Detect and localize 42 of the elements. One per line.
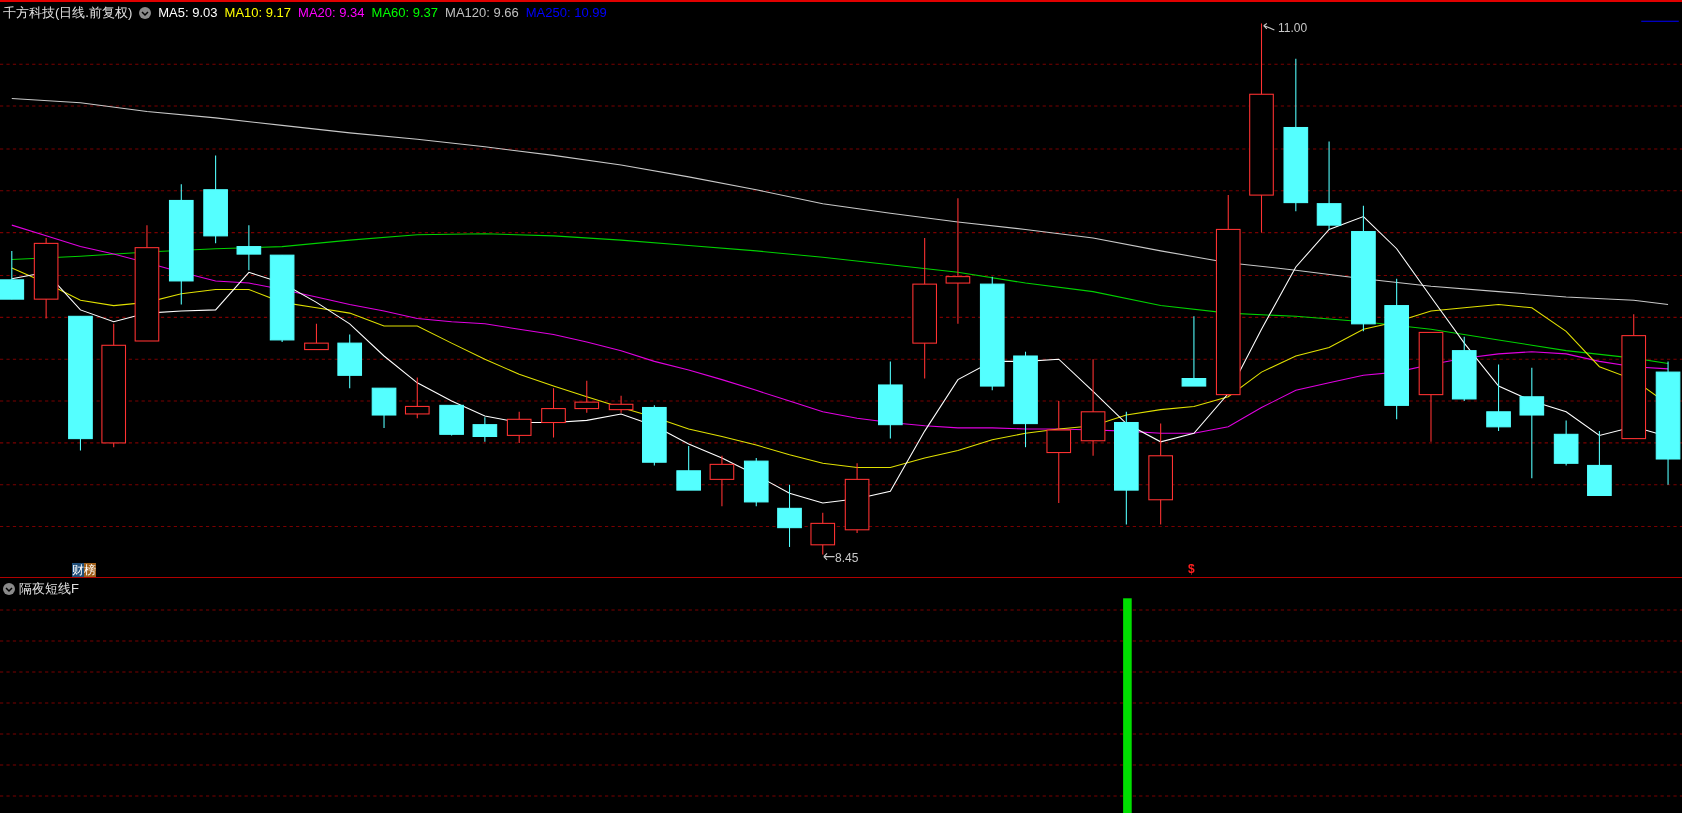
high-price-label: 11.00 xyxy=(1278,20,1308,37)
candlestick xyxy=(608,395,634,414)
moving-average-line xyxy=(1640,20,1680,22)
candlestick xyxy=(472,416,498,443)
candlestick xyxy=(574,380,600,414)
candlestick xyxy=(810,512,836,555)
candlestick xyxy=(676,445,701,491)
candlestick xyxy=(304,323,329,351)
candlestick xyxy=(404,376,430,419)
candlestick xyxy=(0,250,25,300)
candlestick xyxy=(1451,336,1477,402)
moving-average-value: MA250: 10.99 xyxy=(525,4,607,22)
candlestick xyxy=(236,224,262,271)
arrow-icon xyxy=(823,552,836,561)
candlestick xyxy=(371,387,397,429)
dropdown-icon[interactable] xyxy=(139,7,152,19)
moving-average-value: MA10: 9.17 xyxy=(224,4,292,22)
moving-average-value: MA120: 9.66 xyxy=(445,4,519,22)
moving-average-value: MA60: 9.37 xyxy=(371,4,439,22)
candlestick xyxy=(642,404,667,466)
candlestick xyxy=(439,404,464,436)
event-marker[interactable]: $ xyxy=(1188,562,1195,576)
candlestick xyxy=(844,462,870,534)
stock-title: 千方科技(日线.前复权) xyxy=(3,4,133,22)
candlestick xyxy=(506,411,532,444)
candlestick xyxy=(1587,430,1612,496)
low-price-label: 8.45 xyxy=(835,550,859,567)
indicator-title: 隔夜短线F xyxy=(19,580,79,598)
candlestick xyxy=(1553,419,1579,466)
candlestick xyxy=(1486,364,1511,432)
arrow-icon xyxy=(1263,22,1275,31)
candlestick xyxy=(541,387,566,439)
finance-badge[interactable]: 榜 xyxy=(84,563,96,577)
dropdown-icon[interactable] xyxy=(3,583,15,595)
moving-average-value: MA5: 9.03 xyxy=(158,4,218,22)
candlestick xyxy=(709,455,735,507)
candlestick xyxy=(743,457,769,507)
candlestick xyxy=(337,334,363,389)
candlestick xyxy=(777,484,802,548)
moving-average-value: MA20: 9.34 xyxy=(298,4,365,22)
candlestick xyxy=(1181,315,1207,387)
finance-badge[interactable]: 财 xyxy=(72,563,84,577)
